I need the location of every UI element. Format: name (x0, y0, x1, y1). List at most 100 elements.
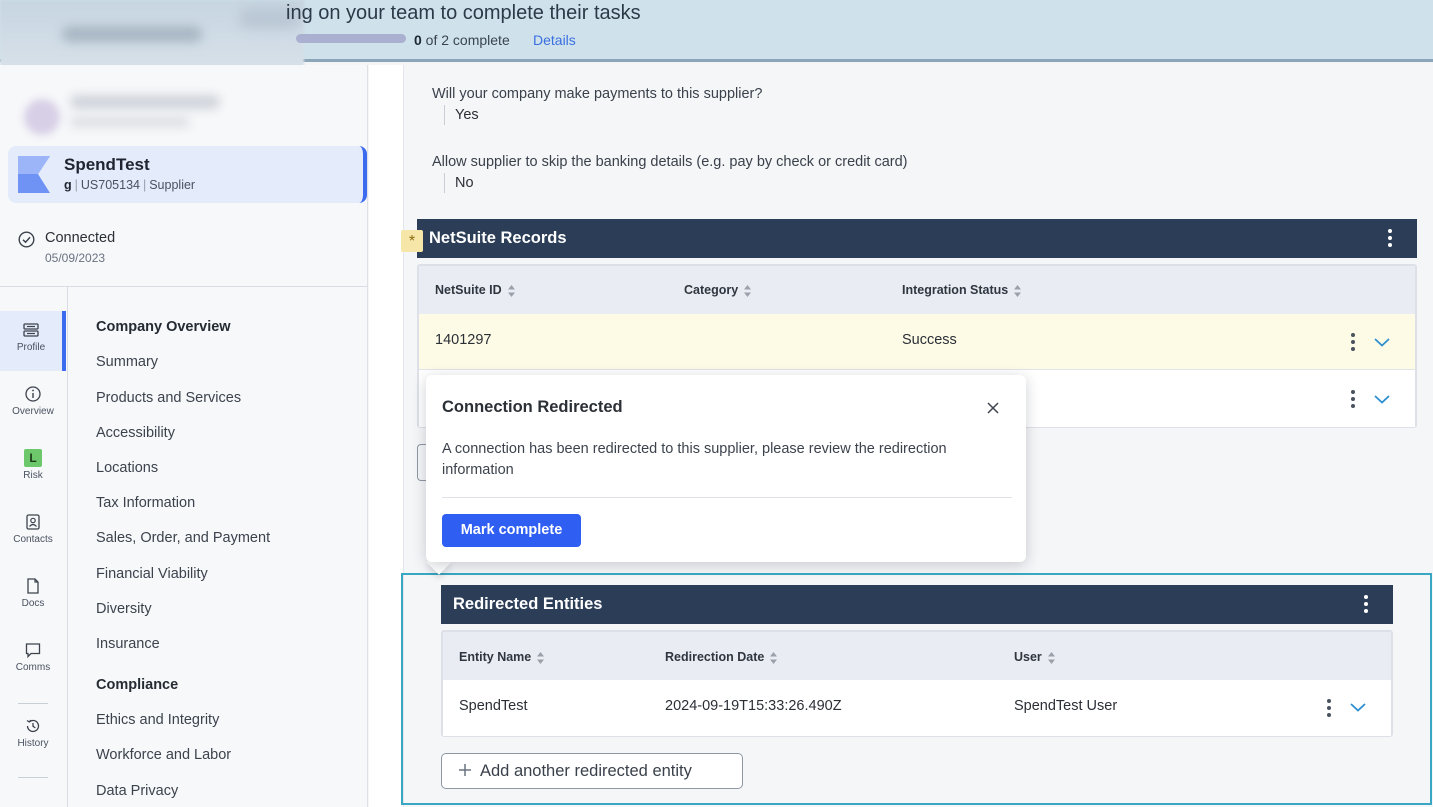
supplier-card[interactable]: SpendTest g | US705134 | Supplier (8, 146, 367, 203)
check-circle-icon (18, 231, 35, 248)
netsuite-more-menu-icon[interactable] (1387, 229, 1393, 249)
nav-item-summary[interactable]: Summary (96, 354, 158, 370)
question-skip-banking-answer: No (444, 173, 474, 193)
chevron-down-icon[interactable] (1373, 336, 1391, 348)
nav-item-ethics-integrity[interactable]: Ethics and Integrity (96, 712, 219, 728)
sort-icon (770, 651, 778, 664)
chevron-down-icon[interactable] (1373, 393, 1391, 405)
column-header-redirection-date[interactable]: Redirection Date (665, 650, 778, 665)
supplier-id: US705134 (80, 178, 140, 192)
nav-heading-company-overview[interactable]: Company Overview (96, 319, 231, 335)
close-icon[interactable] (984, 399, 1002, 417)
rail-label: History (17, 738, 49, 749)
rail-contacts[interactable]: Contacts (0, 503, 66, 563)
nav-heading-compliance[interactable]: Compliance (96, 677, 178, 693)
rail-risk[interactable]: L Risk (0, 439, 66, 499)
rail-label: Risk (23, 470, 43, 481)
column-header-netsuite-id[interactable]: NetSuite ID (435, 283, 516, 298)
nav-item-data-privacy[interactable]: Data Privacy (96, 783, 178, 799)
sort-icon (1047, 651, 1055, 664)
question-skip-banking-label: Allow supplier to skip the banking detai… (432, 154, 908, 170)
netsuite-records-header: NetSuite Records (417, 219, 1417, 258)
add-redirected-entity-label: Add another redirected entity (480, 762, 692, 780)
rail-label: Profile (16, 342, 46, 353)
icon-rail: Profile Overview L Risk Contacts Docs Co… (0, 287, 68, 807)
entity-name-cell: SpendTest (459, 698, 528, 714)
rail-overview[interactable]: Overview (0, 375, 66, 435)
supplier-code-prefix: g (64, 178, 72, 192)
table-row[interactable]: 1401297 Success (419, 314, 1415, 370)
nav-item-workforce-labor[interactable]: Workforce and Labor (96, 747, 231, 763)
redirected-entities-title: Redirected Entities (453, 595, 603, 613)
task-banner: ing on your team to complete their tasks… (0, 0, 1433, 72)
banner-title: ing on your team to complete their tasks (286, 2, 641, 24)
connection-date: 05/09/2023 (45, 251, 106, 265)
question-payments-answer: Yes (444, 105, 479, 125)
rail-label: Overview (12, 406, 54, 417)
nav-item-insurance[interactable]: Insurance (96, 636, 160, 652)
nav-item-sales-order-payment[interactable]: Sales, Order, and Payment (96, 530, 270, 546)
task-progress-bar (296, 34, 406, 43)
netsuite-id-cell: 1401297 (435, 332, 492, 348)
popover-divider (442, 497, 1012, 498)
row-more-menu-icon[interactable] (1349, 390, 1357, 410)
sort-icon (744, 284, 752, 297)
column-header-entity-name[interactable]: Entity Name (459, 650, 545, 665)
sort-icon (1014, 284, 1022, 297)
mark-complete-button[interactable]: Mark complete (442, 514, 581, 547)
sort-icon (507, 284, 515, 297)
rail-history[interactable]: History (0, 707, 66, 767)
required-marker: * (401, 230, 423, 252)
add-redirected-entity-button[interactable]: Add another redirected entity (441, 753, 743, 789)
rail-profile[interactable]: Profile (0, 311, 66, 371)
progress-text: 0 of 2 complete (414, 32, 510, 48)
history-icon (26, 719, 40, 733)
nav-item-financial-viability[interactable]: Financial Viability (96, 566, 208, 582)
progress-count: 0 (414, 32, 422, 48)
nav-item-accessibility[interactable]: Accessibility (96, 425, 175, 441)
supplier-type: Supplier (149, 178, 196, 192)
redirected-entities-header: Redirected Entities (441, 585, 1393, 624)
sidebar: SpendTest g | US705134 | Supplier Connected … (0, 65, 368, 807)
table-row[interactable]: SpendTest 2024-09-19T15:33:26.490Z Spend… (443, 680, 1391, 736)
rail-divider (18, 703, 48, 704)
netsuite-records-title: NetSuite Records (429, 229, 567, 247)
document-icon (27, 578, 39, 594)
supplier-name: SpendTest (64, 155, 150, 174)
question-payments-label: Will your company make payments to this … (432, 86, 763, 102)
rail-docs[interactable]: Docs (0, 567, 66, 627)
redirected-more-menu-icon[interactable] (1363, 595, 1369, 615)
user-cell: SpendTest User (1014, 698, 1118, 714)
popover-message: A connection has been redirected to this… (442, 441, 947, 478)
column-header-integration-status[interactable]: Integration Status (902, 283, 1022, 298)
info-icon (25, 386, 41, 402)
column-header-user[interactable]: User (1014, 650, 1056, 665)
blurred-profile (8, 77, 298, 147)
nav-item-diversity[interactable]: Diversity (96, 601, 152, 617)
details-link[interactable]: Details (533, 32, 576, 48)
row-more-menu-icon[interactable] (1349, 333, 1357, 353)
connection-status-text: Connected (45, 230, 116, 246)
row-more-menu-icon[interactable] (1325, 699, 1333, 719)
contacts-icon (26, 514, 40, 530)
supplier-logo-icon (18, 156, 50, 193)
nav-item-products-services[interactable]: Products and Services (96, 390, 241, 406)
nav-item-locations[interactable]: Locations (96, 460, 158, 476)
risk-badge: L (24, 449, 42, 467)
connection-redirected-popover: Connection Redirected A connection has b… (426, 375, 1026, 562)
progress-suffix: of 2 complete (421, 32, 510, 48)
supplier-meta: g | US705134 | Supplier (64, 178, 196, 192)
chevron-down-icon[interactable] (1349, 701, 1367, 713)
rail-comms[interactable]: Comms (0, 631, 66, 691)
redirection-date-cell: 2024-09-19T15:33:26.490Z (665, 698, 842, 714)
redirected-entities-table: Entity Name Redirection Date User SpendT… (441, 630, 1393, 737)
rail-label: Comms (15, 662, 51, 673)
nav-item-tax-information[interactable]: Tax Information (96, 495, 195, 511)
rail-divider (18, 777, 48, 778)
plus-icon (459, 764, 471, 776)
integration-status-cell: Success (902, 332, 957, 348)
column-header-category[interactable]: Category (684, 283, 752, 298)
popover-title: Connection Redirected (442, 398, 623, 416)
table-header: NetSuite ID Category Integration Status (419, 266, 1415, 314)
sort-icon (537, 651, 545, 664)
